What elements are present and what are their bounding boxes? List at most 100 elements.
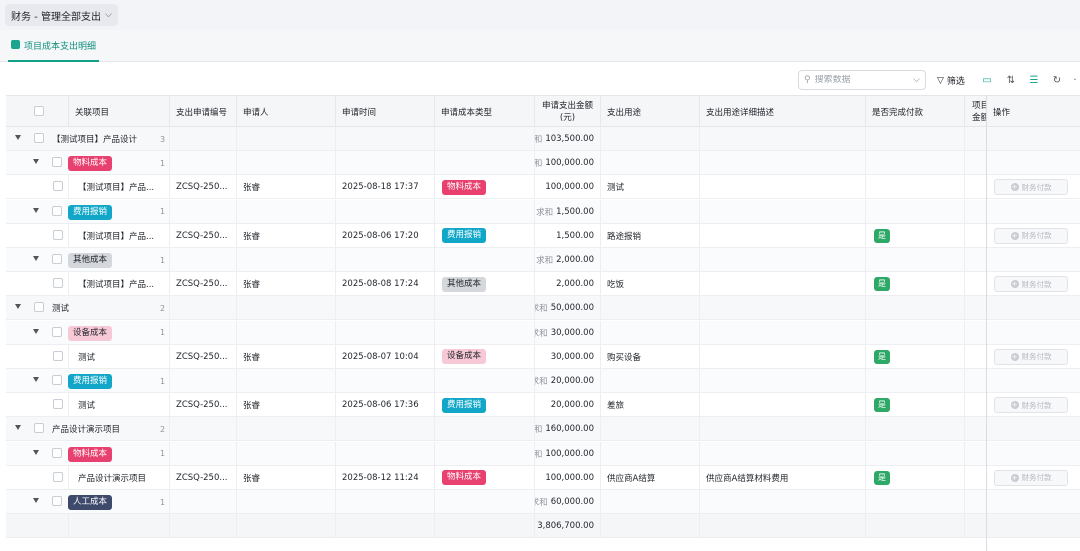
row-checkbox[interactable] bbox=[53, 229, 63, 240]
finance-pay-button[interactable]: + 财务付款 bbox=[994, 276, 1068, 293]
cell-app-no[interactable]: ZCSQ-250... bbox=[170, 465, 237, 490]
more-icon[interactable]: · bbox=[1070, 73, 1080, 87]
row-checkbox[interactable] bbox=[52, 157, 62, 168]
row-checkbox[interactable] bbox=[52, 447, 62, 458]
header-project-amount[interactable]: 项目 金额 bbox=[965, 96, 987, 127]
caret-down-icon[interactable] bbox=[33, 377, 39, 382]
cell-purpose[interactable]: 差旅 bbox=[601, 393, 700, 418]
cell-purpose[interactable]: 路途报销 bbox=[601, 223, 700, 248]
cell-purpose-desc[interactable] bbox=[700, 272, 866, 297]
cell-project[interactable]: 【测试项目】产品... bbox=[69, 175, 170, 200]
header-amount[interactable]: 申请支出金额 (元) bbox=[535, 96, 601, 127]
cell-cost-type[interactable]: 物料成本 bbox=[435, 175, 535, 200]
group-icon[interactable]: ☰ bbox=[1027, 73, 1041, 87]
cell-app-no[interactable]: ZCSQ-250... bbox=[170, 344, 237, 369]
cell-app-no[interactable]: ZCSQ-250... bbox=[170, 175, 237, 200]
cell-time[interactable]: 2025-08-06 17:20 bbox=[336, 223, 435, 248]
search-input[interactable] bbox=[814, 75, 903, 85]
select-all-checkbox[interactable] bbox=[34, 106, 44, 116]
cell-paid[interactable]: 是 bbox=[866, 393, 965, 418]
cell-amount[interactable]: 30,000.00 bbox=[535, 344, 601, 369]
cell-app-no[interactable]: ZCSQ-250... bbox=[170, 223, 237, 248]
row-checkbox[interactable] bbox=[52, 326, 62, 337]
cell-purpose-desc[interactable] bbox=[700, 175, 866, 200]
header-applicant[interactable]: 申请人 bbox=[237, 96, 336, 127]
row-checkbox[interactable] bbox=[34, 423, 44, 434]
cell-app-no[interactable]: ZCSQ-250... bbox=[170, 393, 237, 418]
cell-applicant[interactable]: 张睿 bbox=[237, 344, 336, 369]
cell-applicant[interactable]: 张睿 bbox=[237, 393, 336, 418]
row-checkbox[interactable] bbox=[53, 181, 63, 192]
finance-pay-button[interactable]: + 财务付款 bbox=[994, 397, 1068, 414]
cell-purpose[interactable]: 吃饭 bbox=[601, 272, 700, 297]
cell-paid[interactable]: 是 bbox=[866, 223, 965, 248]
cell-purpose[interactable]: 测试 bbox=[601, 175, 700, 200]
cell-time[interactable]: 2025-08-18 17:37 bbox=[336, 175, 435, 200]
caret-down-icon[interactable] bbox=[33, 256, 39, 261]
cell-project[interactable]: 测试 bbox=[69, 344, 170, 369]
header-cost-type[interactable]: 申请成本类型 bbox=[435, 96, 535, 127]
header-app-no[interactable]: 支出申请编号 bbox=[170, 96, 237, 127]
tab-project-cost-detail[interactable]: 项目成本支出明细 bbox=[8, 39, 100, 62]
cell-applicant[interactable]: 张睿 bbox=[237, 175, 336, 200]
cell-cost-type[interactable]: 设备成本 bbox=[435, 344, 535, 369]
cell-paid[interactable] bbox=[866, 175, 965, 200]
caret-down-icon[interactable] bbox=[15, 425, 21, 431]
cell-time[interactable]: 2025-08-06 17:36 bbox=[336, 393, 435, 418]
cell-cost-type[interactable]: 其他成本 bbox=[435, 272, 535, 297]
cell-purpose-desc[interactable] bbox=[700, 223, 866, 248]
cell-time[interactable]: 2025-08-12 11:24 bbox=[336, 465, 435, 490]
header-time[interactable]: 申请时间 bbox=[336, 96, 435, 127]
cell-time[interactable]: 2025-08-07 10:04 bbox=[336, 344, 435, 369]
cell-cost-type[interactable]: 费用报销 bbox=[435, 393, 535, 418]
cell-purpose[interactable]: 购买设备 bbox=[601, 344, 700, 369]
row-checkbox[interactable] bbox=[53, 399, 63, 410]
finance-pay-button[interactable]: + 财务付款 bbox=[994, 469, 1068, 486]
finance-pay-button[interactable]: + 财务付款 bbox=[994, 227, 1068, 244]
cell-amount[interactable]: 2,000.00 bbox=[535, 272, 601, 297]
cell-applicant[interactable]: 张睿 bbox=[237, 465, 336, 490]
refresh-icon[interactable]: ↻ bbox=[1050, 73, 1064, 87]
row-checkbox[interactable] bbox=[53, 350, 63, 361]
comment-icon[interactable]: ▭ bbox=[980, 73, 994, 87]
row-checkbox[interactable] bbox=[52, 254, 62, 264]
cell-cost-type[interactable]: 费用报销 bbox=[435, 223, 535, 248]
cell-purpose[interactable]: 供应商A结算 bbox=[601, 465, 700, 490]
view-selector[interactable]: 财务 - 管理全部支出 ⌵ bbox=[5, 4, 118, 26]
caret-down-icon[interactable] bbox=[33, 449, 39, 455]
cell-amount[interactable]: 1,500.00 bbox=[535, 223, 601, 248]
filter-button[interactable]: ▽ 筛选 bbox=[937, 74, 965, 88]
caret-down-icon[interactable] bbox=[33, 159, 39, 165]
search-box[interactable]: ⚲ ⌵ bbox=[798, 70, 926, 90]
row-checkbox[interactable] bbox=[53, 278, 63, 289]
row-checkbox[interactable] bbox=[52, 496, 62, 506]
row-checkbox[interactable] bbox=[52, 375, 62, 385]
header-purpose-desc[interactable]: 支出用途详细描述 bbox=[700, 96, 866, 127]
header-project[interactable]: 关联项目 bbox=[69, 96, 170, 127]
cell-purpose-desc[interactable]: 供应商A结算材料费用 bbox=[700, 465, 866, 490]
row-checkbox[interactable] bbox=[34, 133, 44, 143]
row-checkbox[interactable] bbox=[52, 205, 62, 216]
cell-cost-type[interactable]: 物料成本 bbox=[435, 465, 535, 490]
caret-down-icon[interactable] bbox=[15, 304, 21, 310]
row-checkbox[interactable] bbox=[34, 302, 44, 313]
row-checkbox[interactable] bbox=[53, 471, 63, 482]
cell-project[interactable]: 测试 bbox=[69, 393, 170, 418]
cell-time[interactable]: 2025-08-08 17:24 bbox=[336, 272, 435, 297]
header-purpose[interactable]: 支出用途 bbox=[601, 96, 700, 127]
caret-down-icon[interactable] bbox=[33, 328, 39, 334]
cell-amount[interactable]: 20,000.00 bbox=[535, 393, 601, 418]
caret-down-icon[interactable] bbox=[33, 207, 39, 213]
cell-applicant[interactable]: 张睿 bbox=[237, 223, 336, 248]
caret-down-icon[interactable] bbox=[33, 498, 39, 503]
cell-project[interactable]: 【测试项目】产品... bbox=[69, 223, 170, 248]
cell-app-no[interactable]: ZCSQ-250... bbox=[170, 272, 237, 297]
finance-pay-button[interactable]: + 财务付款 bbox=[994, 348, 1068, 365]
sort-icon[interactable]: ⇅ bbox=[1004, 73, 1018, 87]
cell-paid[interactable]: 是 bbox=[866, 344, 965, 369]
caret-down-icon[interactable] bbox=[15, 135, 21, 140]
cell-purpose-desc[interactable] bbox=[700, 344, 866, 369]
header-paid[interactable]: 是否完成付款 bbox=[866, 96, 965, 127]
cell-purpose-desc[interactable] bbox=[700, 393, 866, 418]
cell-project[interactable]: 【测试项目】产品... bbox=[69, 272, 170, 297]
